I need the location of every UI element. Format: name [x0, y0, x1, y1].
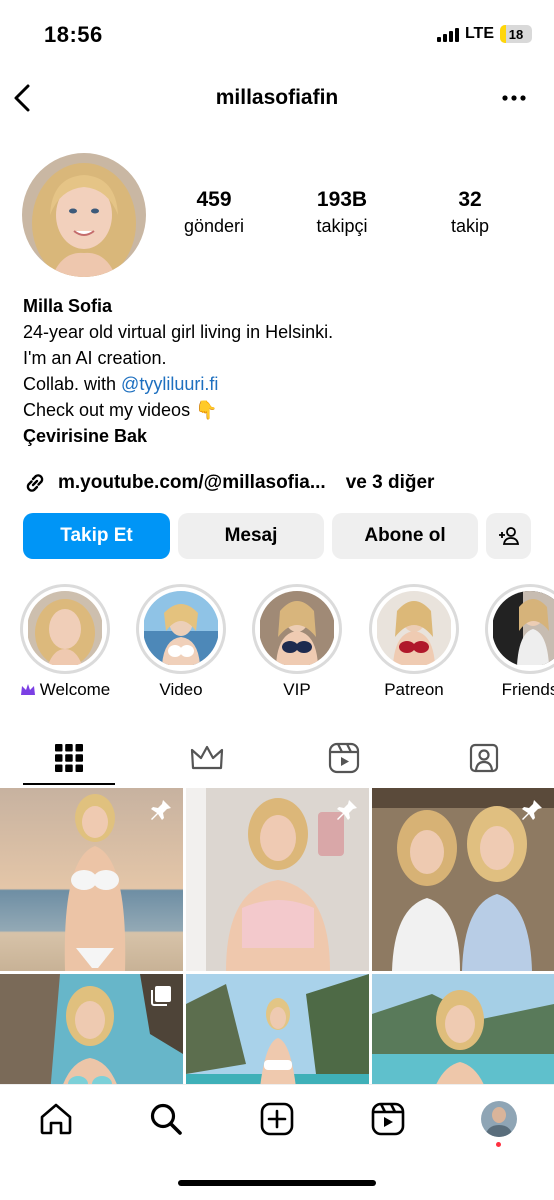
highlight-video[interactable]: Video	[133, 584, 229, 700]
profile-stats: 459 gönderi 193B takipçi 32 takip	[150, 188, 534, 237]
tab-posts-grid[interactable]	[23, 730, 115, 786]
link-url[interactable]: m.youtube.com/@millasofia...	[58, 472, 326, 494]
highlight-welcome[interactable]: Welcome	[17, 584, 113, 700]
nav-home[interactable]	[36, 1099, 76, 1139]
story-highlights: Welcome Video VIP Patreon Friends	[0, 584, 554, 704]
profile-username: millasofiafin	[215, 86, 339, 109]
carousel-icon	[151, 986, 171, 1006]
post-thumbnail[interactable]	[372, 974, 554, 1084]
action-buttons: Takip Et Mesaj Abone ol	[23, 513, 531, 559]
post-thumbnail[interactable]	[186, 788, 369, 971]
post-thumbnail[interactable]	[0, 788, 183, 971]
pin-icon	[337, 800, 357, 820]
crown-icon	[190, 745, 224, 770]
external-links[interactable]: m.youtube.com/@millasofia... ve 3 diğer	[22, 470, 434, 496]
highlight-cover	[143, 591, 219, 667]
profile-bio: Milla Sofia 24-year old virtual girl liv…	[23, 293, 533, 449]
highlight-cover	[27, 591, 103, 667]
highlight-label: Video	[159, 680, 203, 699]
link-icon	[26, 474, 44, 492]
stat-label: takipçi	[316, 216, 368, 236]
highlight-friends[interactable]: Friends	[482, 584, 554, 700]
pin-icon	[522, 800, 542, 820]
highlight-patreon[interactable]: Patreon	[366, 584, 462, 700]
search-icon	[150, 1103, 182, 1135]
highlight-vip[interactable]: VIP	[249, 584, 345, 700]
status-indicators: LTE 18	[436, 25, 532, 43]
bio-videos-line: Check out my videos 👇	[23, 397, 533, 423]
status-time: 18:56	[44, 22, 103, 47]
signal-icon	[436, 26, 459, 42]
tab-exclusive[interactable]	[161, 730, 253, 786]
stat-value: 32	[458, 188, 482, 211]
post-thumbnail[interactable]	[0, 974, 183, 1084]
profile-tabs	[0, 730, 554, 786]
post-thumbnail[interactable]	[372, 788, 554, 971]
tab-tagged[interactable]	[438, 730, 530, 786]
stat-label: takip	[450, 216, 490, 236]
bio-collab-line: Collab. with @tyyliluuri.fi	[23, 371, 533, 397]
message-button[interactable]: Mesaj	[178, 513, 324, 559]
home-indicator	[178, 1180, 376, 1186]
stat-posts[interactable]: 459 gönderi	[150, 188, 278, 237]
grid-icon	[55, 744, 83, 772]
subscribe-button[interactable]: Abone ol	[332, 513, 478, 559]
videos-text: Check out my videos	[23, 400, 191, 420]
stat-value: 193B	[316, 188, 368, 211]
active-tab-indicator	[23, 783, 115, 785]
more-options-icon[interactable]	[500, 88, 528, 108]
crown-icon	[20, 684, 35, 695]
profile-nav-avatar	[481, 1101, 517, 1137]
collab-prefix: Collab. with	[23, 374, 122, 394]
post-thumbnail[interactable]	[186, 974, 369, 1084]
profile-avatar[interactable]	[22, 153, 146, 277]
reels-icon	[328, 742, 360, 774]
nav-create[interactable]	[257, 1099, 297, 1139]
bio-line: 24-year old virtual girl living in Helsi…	[23, 322, 334, 342]
network-label: LTE	[464, 25, 494, 42]
more-links[interactable]: ve 3 diğer	[346, 472, 435, 494]
suggest-people-button[interactable]	[486, 513, 531, 559]
create-post-icon	[260, 1102, 294, 1136]
pointing-down-emoji: 👇	[195, 400, 218, 420]
collab-mention-link[interactable]: @tyyliluuri.fi	[121, 374, 218, 394]
home-icon	[40, 1103, 72, 1135]
highlight-cover	[376, 591, 452, 667]
pin-icon	[151, 800, 171, 820]
nav-search[interactable]	[146, 1099, 186, 1139]
reels-icon	[371, 1102, 405, 1136]
highlight-cover	[492, 591, 554, 667]
battery-level: 18	[508, 26, 524, 42]
profile-name: Milla Sofia	[23, 296, 113, 316]
stat-followers[interactable]: 193B takipçi	[278, 188, 406, 237]
stat-following[interactable]: 32 takip	[406, 188, 534, 237]
notification-dot	[496, 1142, 501, 1147]
status-bar: 18:56 LTE 18	[0, 0, 554, 70]
posts-grid	[0, 788, 554, 1084]
highlight-cover	[259, 591, 335, 667]
tab-reels[interactable]	[298, 730, 390, 786]
profile-header: millasofiafin	[0, 70, 554, 126]
highlight-label: Patreon	[384, 680, 444, 699]
highlight-label: Friends	[501, 680, 554, 699]
add-person-icon	[498, 527, 519, 545]
highlight-label: VIP	[283, 680, 311, 699]
bio-line: I'm an AI creation.	[23, 348, 167, 368]
stat-value: 459	[196, 188, 232, 211]
nav-profile[interactable]	[479, 1099, 519, 1139]
battery-icon: 18	[500, 25, 532, 43]
nav-reels[interactable]	[368, 1099, 408, 1139]
highlight-label: Welcome	[39, 680, 111, 699]
stat-label: gönderi	[183, 216, 245, 236]
translate-link[interactable]: Çevirisine Bak	[23, 423, 533, 449]
tagged-icon	[469, 743, 499, 773]
follow-button[interactable]: Takip Et	[23, 513, 170, 559]
